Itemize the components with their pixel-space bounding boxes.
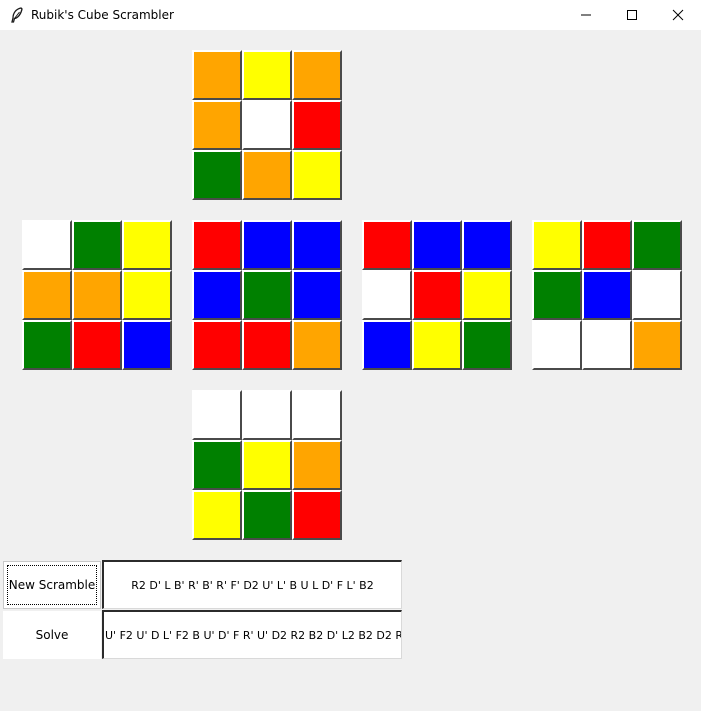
sticker-front-6	[292, 270, 342, 320]
sticker-back-2	[582, 220, 632, 270]
sticker-left-7	[22, 320, 72, 370]
sticker-up-7	[192, 150, 242, 200]
sticker-up-3	[292, 50, 342, 100]
sticker-right-2	[412, 220, 462, 270]
window-title: Rubik's Cube Scrambler	[31, 8, 174, 22]
sticker-down-8	[242, 490, 292, 540]
sticker-left-9	[122, 320, 172, 370]
sticker-front-7	[192, 320, 242, 370]
sticker-left-6	[122, 270, 172, 320]
sticker-up-8	[242, 150, 292, 200]
face-right	[362, 220, 512, 370]
app-window: Rubik's Cube Scrambler New Scramble R2 D…	[0, 0, 701, 711]
sticker-down-9	[292, 490, 342, 540]
sticker-up-5	[242, 100, 292, 150]
sticker-back-8	[582, 320, 632, 370]
sticker-front-9	[292, 320, 342, 370]
solve-button[interactable]: Solve	[3, 611, 101, 659]
sticker-front-4	[192, 270, 242, 320]
minimize-icon	[581, 14, 591, 16]
sticker-front-5	[242, 270, 292, 320]
scramble-moves-text: R2 D' L B' R' B' R' F' D2 U' L' B U L D'…	[131, 578, 374, 592]
sticker-up-6	[292, 100, 342, 150]
sticker-right-9	[462, 320, 512, 370]
sticker-right-6	[462, 270, 512, 320]
face-down	[192, 390, 342, 540]
sticker-left-5	[72, 270, 122, 320]
sticker-back-7	[532, 320, 582, 370]
sticker-down-6	[292, 440, 342, 490]
sticker-up-2	[242, 50, 292, 100]
sticker-up-4	[192, 100, 242, 150]
focus-ring	[7, 565, 97, 605]
sticker-right-7	[362, 320, 412, 370]
solve-moves-field[interactable]: U' F2 U' D L' F2 B U' D' F R' U' D2 R2 B…	[102, 610, 402, 659]
sticker-down-7	[192, 490, 242, 540]
sticker-right-3	[462, 220, 512, 270]
sticker-right-5	[412, 270, 462, 320]
solve-moves-text: U' F2 U' D L' F2 B U' D' F R' U' D2 R2 B…	[105, 628, 402, 642]
sticker-back-1	[532, 220, 582, 270]
sticker-back-9	[632, 320, 682, 370]
sticker-left-4	[22, 270, 72, 320]
close-icon	[672, 9, 684, 21]
sticker-up-1	[192, 50, 242, 100]
face-front	[192, 220, 342, 370]
sticker-right-1	[362, 220, 412, 270]
sticker-down-5	[242, 440, 292, 490]
new-scramble-button[interactable]: New Scramble	[3, 561, 101, 609]
face-up	[192, 50, 342, 200]
title-bar[interactable]: Rubik's Cube Scrambler	[0, 0, 701, 30]
sticker-down-1	[192, 390, 242, 440]
sticker-up-9	[292, 150, 342, 200]
scramble-moves-field[interactable]: R2 D' L B' R' B' R' F' D2 U' L' B U L D'…	[102, 560, 402, 609]
sticker-back-3	[632, 220, 682, 270]
sticker-left-1	[22, 220, 72, 270]
sticker-front-1	[192, 220, 242, 270]
maximize-icon	[627, 10, 637, 20]
sticker-back-5	[582, 270, 632, 320]
sticker-left-8	[72, 320, 122, 370]
sticker-down-4	[192, 440, 242, 490]
sticker-down-3	[292, 390, 342, 440]
sticker-right-4	[362, 270, 412, 320]
sticker-front-8	[242, 320, 292, 370]
solve-label: Solve	[35, 628, 69, 642]
maximize-button[interactable]	[609, 0, 655, 30]
sticker-down-2	[242, 390, 292, 440]
sticker-front-2	[242, 220, 292, 270]
minimize-button[interactable]	[563, 0, 609, 30]
face-back	[532, 220, 682, 370]
feather-icon	[11, 7, 23, 23]
sticker-left-3	[122, 220, 172, 270]
sticker-back-4	[532, 270, 582, 320]
sticker-right-8	[412, 320, 462, 370]
sticker-back-6	[632, 270, 682, 320]
sticker-front-3	[292, 220, 342, 270]
face-left	[22, 220, 172, 370]
sticker-left-2	[72, 220, 122, 270]
close-button[interactable]	[655, 0, 701, 30]
